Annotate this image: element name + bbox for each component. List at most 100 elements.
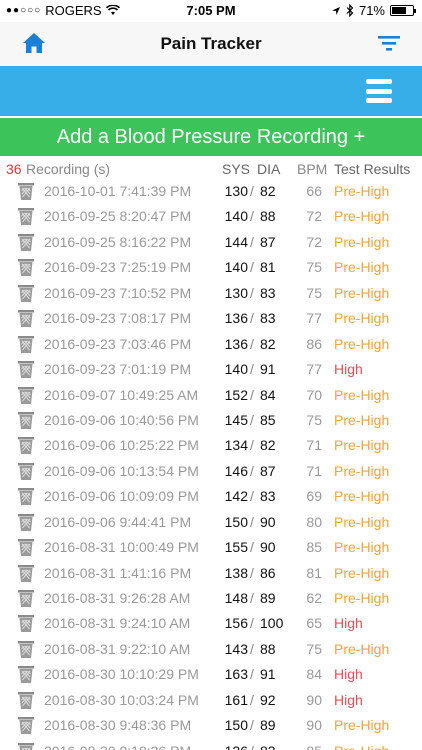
trash-icon[interactable] (18, 310, 34, 328)
test-result: Pre-High (334, 717, 390, 734)
list-item[interactable]: 2016-08-30 9:18:36 PM 126/ 83 85 Pre-High (0, 738, 422, 750)
list-item[interactable]: 2016-10-01 7:41:39 PM 130/ 82 66 Pre-High (0, 178, 422, 203)
list-item[interactable]: 2016-08-30 9:48:36 PM 150/ 89 90 Pre-High (0, 712, 422, 737)
dia-value: 87 (260, 233, 276, 250)
navigation-bar: Pain Tracker (0, 22, 422, 66)
trash-icon[interactable] (18, 539, 34, 557)
list-item[interactable]: 2016-08-31 10:00:49 PM 155/ 90 85 Pre-High (0, 534, 422, 559)
list-item[interactable]: 2016-08-31 9:22:10 AM 143/ 88 75 Pre-High (0, 636, 422, 661)
sys-column-header: SYS (222, 161, 251, 177)
trash-icon[interactable] (18, 666, 34, 684)
trash-icon[interactable] (18, 183, 34, 200)
value-separator: / (250, 310, 254, 327)
menu-icon[interactable] (366, 79, 392, 103)
recording-date: 2016-09-23 7:01:19 PM (44, 361, 192, 378)
trash-icon[interactable] (18, 411, 34, 429)
list-item[interactable]: 2016-09-23 7:01:19 PM 140/ 91 77 High (0, 356, 422, 381)
value-separator: / (250, 513, 254, 530)
value-separator: / (250, 691, 254, 708)
test-result: Pre-High (334, 462, 390, 479)
list-item[interactable]: 2016-09-07 10:49:25 AM 152/ 84 70 Pre-High (0, 382, 422, 407)
filter-icon[interactable] (378, 35, 400, 51)
trash-icon[interactable] (18, 717, 34, 735)
recording-date: 2016-09-07 10:49:25 AM (44, 386, 199, 403)
trash-icon[interactable] (18, 284, 34, 302)
list-item[interactable]: 2016-09-06 10:40:56 PM 145/ 85 75 Pre-High (0, 407, 422, 432)
trash-icon[interactable] (18, 335, 34, 353)
recording-date: 2016-08-30 9:18:36 PM (44, 743, 191, 750)
dia-value: 81 (260, 259, 276, 276)
bpm-value: 62 (306, 590, 322, 606)
bpm-value: 69 (306, 488, 322, 505)
recording-date: 2016-09-23 7:25:19 PM (44, 259, 192, 276)
list-item[interactable]: 2016-09-23 7:03:46 PM 136/ 82 86 Pre-High (0, 331, 422, 356)
test-result: Pre-High (334, 640, 390, 657)
list-item[interactable]: 2016-09-23 7:25:19 PM 140/ 81 75 Pre-High (0, 254, 422, 279)
dia-value: 83 (260, 743, 290, 750)
add-recording-button[interactable]: Add a Blood Pressure Recording + (0, 118, 422, 156)
bpm-value: 80 (306, 513, 322, 530)
trash-icon[interactable] (18, 488, 34, 506)
trash-icon[interactable] (18, 462, 34, 480)
list-item[interactable]: 2016-09-23 7:08:17 PM 136/ 83 77 Pre-High (0, 305, 422, 330)
battery-icon (390, 5, 416, 16)
recording-date: 2016-08-31 10:00:49 PM (44, 539, 199, 556)
bluetooth-icon (346, 4, 354, 17)
test-result: Pre-High (334, 208, 390, 225)
recording-date: 2016-08-31 9:22:10 AM (44, 640, 191, 657)
trash-icon[interactable] (18, 233, 34, 251)
bpm-value: 75 (306, 411, 322, 428)
test-result: High (334, 691, 363, 708)
battery-percentage: 71% (358, 3, 385, 18)
bpm-value: 85 (306, 539, 322, 556)
test-result: Pre-High (334, 513, 390, 530)
trash-icon[interactable] (18, 386, 34, 404)
recording-date: 2016-08-31 9:24:10 AM (44, 615, 191, 632)
trash-icon[interactable] (18, 208, 34, 226)
list-item[interactable]: 2016-09-06 9:44:41 PM 150/ 90 80 Pre-High (0, 509, 422, 534)
trash-icon[interactable] (18, 564, 34, 582)
trash-icon[interactable] (18, 640, 34, 658)
list-item[interactable]: 2016-08-31 1:41:16 PM 138/ 86 81 Pre-High (0, 560, 422, 585)
test-result: Pre-High (334, 743, 389, 750)
value-separator: / (250, 386, 254, 403)
list-item[interactable]: 2016-08-31 9:24:10 AM 156/ 100 65 High (0, 610, 422, 635)
list-item[interactable]: 2016-09-06 10:09:09 PM 142/ 83 69 Pre-High (0, 483, 422, 508)
dia-value: 88 (260, 208, 276, 225)
sys-value: 155 (224, 539, 248, 556)
list-item[interactable]: 2016-09-23 7:10:52 PM 130/ 83 75 Pre-High (0, 280, 422, 305)
test-result: Pre-High (334, 335, 390, 352)
dia-value: 85 (260, 411, 276, 428)
sys-value: 156 (224, 615, 248, 632)
bpm-value: 70 (306, 386, 322, 403)
list-item[interactable]: 2016-08-30 10:03:24 PM 161/ 92 90 High (0, 687, 422, 712)
value-separator: / (250, 640, 254, 657)
value-separator: / (250, 437, 254, 454)
trash-icon[interactable] (18, 513, 34, 531)
sys-value: 140 (224, 361, 248, 378)
bpm-column-header: BPM (297, 161, 328, 177)
trash-icon[interactable] (18, 615, 34, 633)
trash-icon[interactable] (18, 691, 34, 709)
sys-value: 140 (224, 259, 248, 276)
dia-value: 82 (260, 183, 276, 199)
list-item[interactable]: 2016-08-31 9:26:28 AM 148/ 89 62 Pre-High (0, 585, 422, 610)
trash-icon[interactable] (18, 437, 34, 455)
sys-value: 145 (224, 411, 248, 428)
trash-icon[interactable] (18, 361, 34, 379)
list-item[interactable]: 2016-09-25 8:16:22 PM 144/ 87 72 Pre-High (0, 229, 422, 254)
list-item[interactable]: 2016-09-06 10:13:54 PM 146/ 87 71 Pre-High (0, 458, 422, 483)
bpm-value: 66 (306, 183, 322, 199)
list-item[interactable]: 2016-09-25 8:20:47 PM 140/ 88 72 Pre-High (0, 203, 422, 228)
test-result: Pre-High (334, 539, 390, 556)
list-header: 36 Recording (s) SYS DIA BPM Test Result… (0, 158, 422, 180)
status-bar: ●●○○○ ROGERS 7:05 PM 71% (0, 0, 422, 22)
trash-icon[interactable] (18, 590, 34, 607)
dia-value: 87 (260, 462, 276, 479)
trash-icon[interactable] (18, 259, 34, 277)
list-item[interactable]: 2016-09-06 10:25:22 PM 134/ 82 71 Pre-High (0, 432, 422, 457)
bpm-value: 85 (298, 743, 322, 750)
list-item[interactable]: 2016-08-30 10:10:29 PM 163/ 91 84 High (0, 661, 422, 686)
bpm-value: 90 (306, 717, 322, 734)
trash-icon[interactable] (18, 742, 34, 750)
